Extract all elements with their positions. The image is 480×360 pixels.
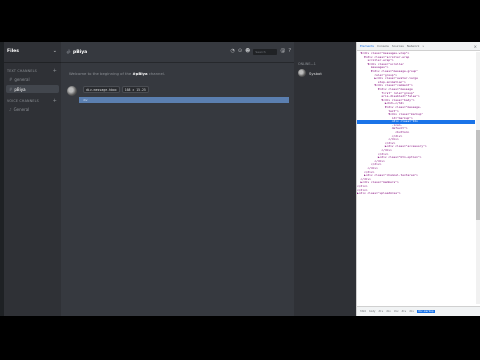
avatar <box>298 69 306 77</box>
chat-header: # pBiya ◔ ⊙ ☻ Search @ ? <box>61 42 294 63</box>
app-window: Files ⌄ Text Channels + # general # pBiy… <box>0 42 480 316</box>
tab-network[interactable]: Network <box>407 44 420 48</box>
element-inspector-tooltip: div.message-hbox 168 × 15.25 <box>83 86 149 93</box>
speaker-icon: ♪ <box>9 106 12 112</box>
breadcrumb-item[interactable]: div.markup <box>416 310 435 313</box>
mention-icon[interactable]: @ <box>280 48 285 55</box>
chevron-down-icon[interactable]: ⌄ <box>53 48 57 54</box>
breadcrumb-item[interactable]: div <box>379 310 384 313</box>
tab-sources[interactable]: Sources <box>392 44 404 48</box>
tab-more[interactable]: » <box>422 44 424 48</box>
voice-channel-general[interactable]: ♪ General <box>6 105 59 113</box>
channel-label: General <box>13 106 30 112</box>
category-label: Text Channels <box>7 69 37 73</box>
category-text-channels[interactable]: Text Channels + <box>7 68 61 74</box>
channel-item-general[interactable]: # general <box>6 75 59 83</box>
channel-title: pBiya <box>73 49 88 55</box>
members-icon[interactable]: ☻ <box>245 48 250 55</box>
scrollbar-thumb[interactable] <box>476 130 480 220</box>
tab-elements[interactable]: Elements <box>360 44 374 48</box>
dom-node-line[interactable]: ▶<div class="uploadArea"> <box>357 192 475 196</box>
breadcrumb-item[interactable]: div <box>409 310 414 313</box>
bell-icon[interactable]: ◔ <box>231 48 235 55</box>
pin-icon[interactable]: ⊙ <box>238 48 242 55</box>
welcome-message: Welcome to the beginning of the #pBiya c… <box>69 71 294 76</box>
server-header[interactable]: Files ⌄ <box>4 42 61 63</box>
help-icon[interactable]: ? <box>288 48 291 55</box>
breadcrumb-item[interactable]: body <box>369 310 375 313</box>
devtools-scrollbar[interactable] <box>476 52 480 304</box>
add-channel-icon[interactable]: + <box>53 98 57 104</box>
welcome-channel: #pBiya <box>132 71 148 76</box>
hash-icon: # <box>9 76 13 82</box>
category-label: Voice Channels <box>7 99 39 103</box>
devtools-panel: Elements Console Sources Network » × ▼<d… <box>356 42 480 316</box>
category-voice-channels[interactable]: Voice Channels + <box>7 98 61 104</box>
member-category: Online—1 <box>298 62 316 66</box>
hash-icon: # <box>9 86 13 92</box>
channel-label: pBiya <box>14 86 26 92</box>
welcome-prefix: Welcome to the beginning of the <box>69 71 132 76</box>
avatar[interactable] <box>67 86 77 96</box>
channel-sidebar: Files ⌄ Text Channels + # general # pBiy… <box>4 42 61 316</box>
search-input[interactable]: Search <box>253 48 278 55</box>
devtools-tabs: Elements Console Sources Network » × <box>357 42 480 51</box>
close-icon[interactable]: × <box>474 44 477 49</box>
breadcrumb-item[interactable]: html <box>360 310 366 313</box>
breadcrumb-item[interactable]: div <box>394 310 399 313</box>
add-channel-icon[interactable]: + <box>53 68 57 74</box>
welcome-suffix: channel. <box>148 71 166 76</box>
member-name: Sysbot <box>309 70 322 76</box>
hash-icon: # <box>66 48 72 56</box>
header-actions: ◔ ⊙ ☻ Search @ ? <box>231 48 291 55</box>
tooltip-selector: div.message-hbox <box>83 86 120 93</box>
dom-tree[interactable]: ▼<div class="messages-wrap"> ▼<div class… <box>357 52 475 304</box>
tab-console[interactable]: Console <box>377 44 389 48</box>
breadcrumb-item[interactable]: div <box>402 310 407 313</box>
chat-panel: # pBiya ◔ ⊙ ☻ Search @ ? Welcome to the … <box>61 42 294 316</box>
breadcrumb: html body div div div div div div.markup <box>357 306 480 316</box>
server-name: Files <box>7 49 19 54</box>
highlighted-element: div <box>79 97 289 103</box>
channel-item-pbiya[interactable]: # pBiya <box>6 85 59 93</box>
member-list: Online—1 Sysbot <box>294 42 356 316</box>
member-item[interactable]: Sysbot <box>298 69 356 77</box>
tooltip-dimensions: 168 × 15.25 <box>121 86 149 93</box>
channel-label: general <box>14 76 30 82</box>
breadcrumb-item[interactable]: div <box>386 310 391 313</box>
